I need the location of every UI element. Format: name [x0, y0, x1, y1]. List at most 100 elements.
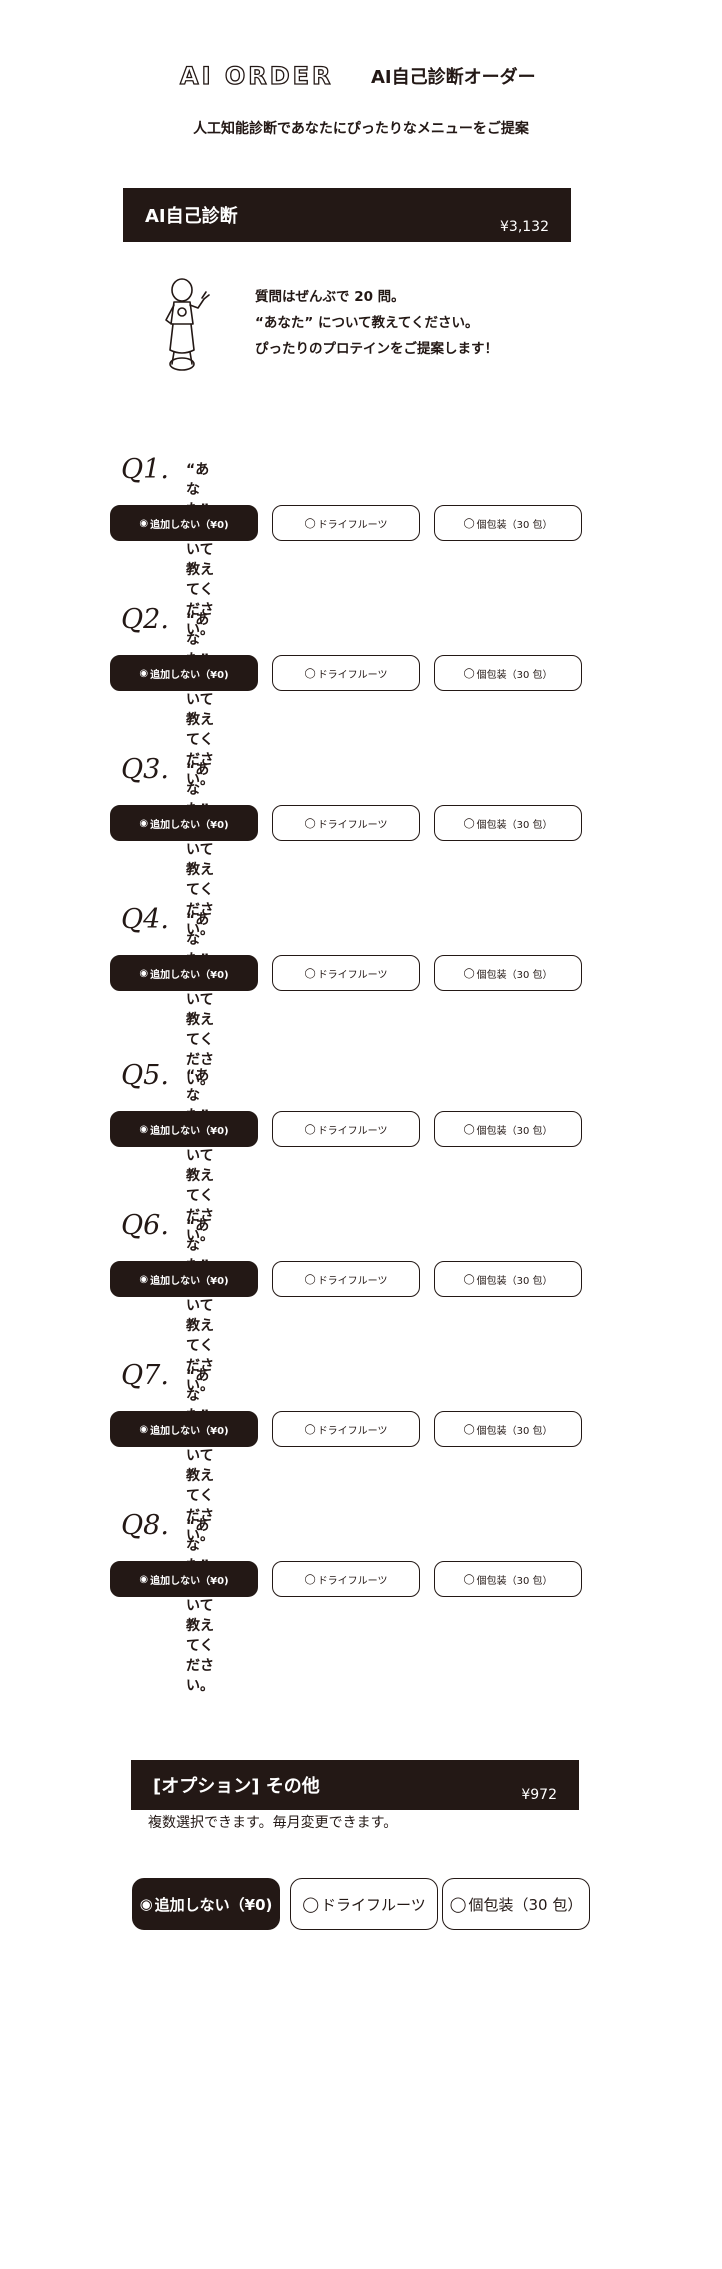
option-label: 追加しない（¥0) — [150, 1125, 229, 1137]
extra-option-individual-pack[interactable]: ◯ 個包装（30 包） — [442, 1878, 590, 1930]
option-label: 追加しない（¥0) — [150, 519, 229, 531]
intro-line: “あなた” について教えてください。 — [255, 315, 479, 331]
option-individual-pack[interactable]: ◯ 個包装（30 包） — [434, 1111, 582, 1147]
option-label: 追加しない（¥0) — [150, 669, 229, 681]
option-price: ¥972 — [521, 1787, 557, 1803]
option-label: 追加しない（¥0) — [154, 1895, 273, 1914]
option-label: 追加しない（¥0) — [150, 1275, 229, 1287]
option-label: ドライフルーツ — [317, 1275, 388, 1287]
option-dried-fruit[interactable]: ◯ ドライフルーツ — [272, 1561, 420, 1597]
radio-selected-icon: ◉ — [139, 817, 149, 829]
radio-empty-icon: ◯ — [302, 1895, 320, 1913]
radio-empty-icon: ◯ — [449, 1895, 467, 1913]
diagnosis-price: ¥3,132 — [500, 219, 549, 235]
option-no-addition[interactable]: ◉ 追加しない（¥0) — [110, 805, 258, 841]
question-number: Q3. — [121, 754, 169, 785]
option-no-addition[interactable]: ◉ 追加しない（¥0) — [110, 505, 258, 541]
diagnosis-header-bar: AI自己診断 ¥3,132 — [123, 188, 571, 242]
robot-icon — [165, 278, 210, 371]
radio-selected-icon: ◉ — [139, 1123, 149, 1135]
option-label: 追加しない（¥0) — [150, 819, 229, 831]
radio-empty-icon: ◯ — [463, 1573, 475, 1585]
radio-selected-icon: ◉ — [139, 967, 149, 979]
question-number: Q8. — [121, 1510, 169, 1541]
option-dried-fruit[interactable]: ◯ ドライフルーツ — [272, 1411, 420, 1447]
option-dried-fruit[interactable]: ◯ ドライフルーツ — [272, 505, 420, 541]
option-dried-fruit[interactable]: ◯ ドライフルーツ — [272, 1261, 420, 1297]
option-label: 個包装（30 包） — [476, 519, 553, 531]
extra-option-dried-fruit[interactable]: ◯ ドライフルーツ — [290, 1878, 438, 1930]
option-dried-fruit[interactable]: ◯ ドライフルーツ — [272, 955, 420, 991]
radio-selected-icon: ◉ — [139, 1895, 153, 1913]
option-header-bar: [オプション] その他 ¥972 — [131, 1760, 579, 1810]
intro-line: ぴったりのプロテインをご提案します！ — [255, 341, 498, 357]
radio-selected-icon: ◉ — [139, 517, 149, 529]
option-label: ドライフルーツ — [321, 1895, 426, 1914]
option-label: ドライフルーツ — [317, 819, 388, 831]
radio-selected-icon: ◉ — [139, 1573, 149, 1585]
option-dried-fruit[interactable]: ◯ ドライフルーツ — [272, 655, 420, 691]
radio-empty-icon: ◯ — [304, 1573, 316, 1585]
option-individual-pack[interactable]: ◯ 個包装（30 包） — [434, 955, 582, 991]
extra-option-no-addition[interactable]: ◉ 追加しない（¥0) — [132, 1878, 280, 1930]
option-individual-pack[interactable]: ◯ 個包装（30 包） — [434, 1411, 582, 1447]
option-label: ドライフルーツ — [317, 969, 388, 981]
radio-empty-icon: ◯ — [304, 517, 316, 529]
option-individual-pack[interactable]: ◯ 個包装（30 包） — [434, 1561, 582, 1597]
option-label: ドライフルーツ — [317, 1575, 388, 1587]
option-no-addition[interactable]: ◉ 追加しない（¥0) — [110, 1111, 258, 1147]
radio-empty-icon: ◯ — [304, 967, 316, 979]
option-label: 個包装（30 包） — [476, 1275, 553, 1287]
question-text: “あなた” について教えてください。 — [186, 1518, 214, 1694]
option-label: 個包装（30 包） — [476, 669, 553, 681]
option-no-addition[interactable]: ◉ 追加しない（¥0) — [110, 1261, 258, 1297]
radio-empty-icon: ◯ — [463, 517, 475, 529]
radio-empty-icon: ◯ — [463, 967, 475, 979]
option-label: 個包装（30 包） — [476, 1425, 553, 1437]
question-text: “あなた” について教えてください。 — [186, 912, 214, 1088]
option-label: 個包装（30 包） — [476, 1575, 553, 1587]
option-individual-pack[interactable]: ◯ 個包装（30 包） — [434, 505, 582, 541]
option-individual-pack[interactable]: ◯ 個包装（30 包） — [434, 805, 582, 841]
radio-empty-icon: ◯ — [304, 1123, 316, 1135]
option-dried-fruit[interactable]: ◯ ドライフルーツ — [272, 805, 420, 841]
question-number: Q4. — [121, 904, 169, 935]
option-label: 追加しない（¥0) — [150, 1425, 229, 1437]
intro-line: 質問はぜんぶで 20 問。 — [255, 289, 405, 305]
radio-empty-icon: ◯ — [304, 1423, 316, 1435]
question-number: Q1. — [121, 454, 169, 485]
radio-empty-icon: ◯ — [463, 1423, 475, 1435]
radio-empty-icon: ◯ — [463, 817, 475, 829]
option-label: 個包装（30 包） — [476, 819, 553, 831]
page-title: AI自己診断オーダー — [371, 67, 536, 88]
ai-order-logo: AI ORDER — [179, 61, 334, 90]
option-no-addition[interactable]: ◉ 追加しない（¥0) — [110, 955, 258, 991]
option-label: 個包装（30 包） — [476, 1125, 553, 1137]
option-individual-pack[interactable]: ◯ 個包装（30 包） — [434, 655, 582, 691]
radio-empty-icon: ◯ — [463, 1123, 475, 1135]
option-label: 追加しない（¥0) — [150, 1575, 229, 1587]
question-number: Q6. — [121, 1210, 169, 1241]
radio-selected-icon: ◉ — [139, 1273, 149, 1285]
option-dried-fruit[interactable]: ◯ ドライフルーツ — [272, 1111, 420, 1147]
option-no-addition[interactable]: ◉ 追加しない（¥0) — [110, 1411, 258, 1447]
option-label: 追加しない（¥0) — [150, 969, 229, 981]
option-no-addition[interactable]: ◉ 追加しない（¥0) — [110, 655, 258, 691]
option-label: ドライフルーツ — [317, 1125, 388, 1137]
diagnosis-title: AI自己診断 — [145, 206, 238, 227]
question-number: Q2. — [121, 604, 169, 635]
option-label: ドライフルーツ — [317, 1425, 388, 1437]
radio-empty-icon: ◯ — [304, 1273, 316, 1285]
page-subtitle: 人工知能診断であなたにぴったりなメニューをご提案 — [193, 121, 529, 137]
option-no-addition[interactable]: ◉ 追加しない（¥0) — [110, 1561, 258, 1597]
option-label: 個包装（30 包） — [476, 969, 553, 981]
radio-selected-icon: ◉ — [139, 667, 149, 679]
radio-empty-icon: ◯ — [463, 667, 475, 679]
option-title: [オプション] その他 — [153, 1776, 320, 1797]
radio-selected-icon: ◉ — [139, 1423, 149, 1435]
option-label: ドライフルーツ — [317, 519, 388, 531]
diagnosis-intro: 質問はぜんぶで 20 問。 “あなた” について教えてください。 ぴったりのプロ… — [255, 284, 498, 362]
option-individual-pack[interactable]: ◯ 個包装（30 包） — [434, 1261, 582, 1297]
radio-empty-icon: ◯ — [304, 817, 316, 829]
question-number: Q7. — [121, 1360, 169, 1391]
